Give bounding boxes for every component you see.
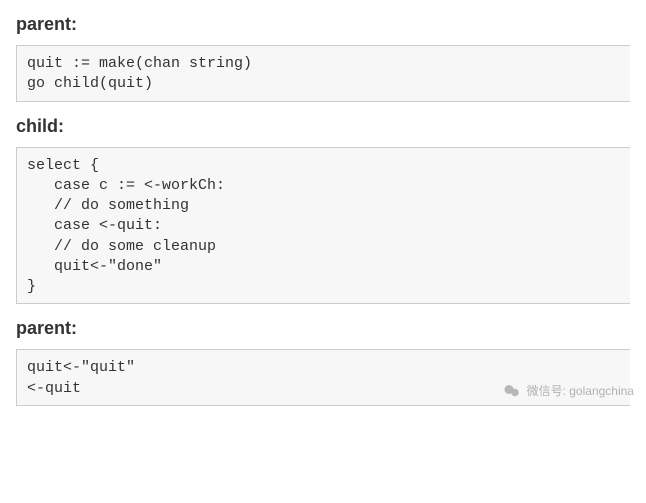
section-heading: parent: [16, 14, 630, 35]
watermark: 微信号: golangchina [503, 382, 634, 400]
section-heading: child: [16, 116, 630, 137]
code-block: select { case c := <-workCh: // do somet… [16, 147, 630, 305]
section-heading: parent: [16, 318, 630, 339]
watermark-label: 微信号: golangchina [527, 382, 634, 399]
wechat-icon [503, 382, 521, 400]
code-block: quit := make(chan string) go child(quit) [16, 45, 630, 102]
